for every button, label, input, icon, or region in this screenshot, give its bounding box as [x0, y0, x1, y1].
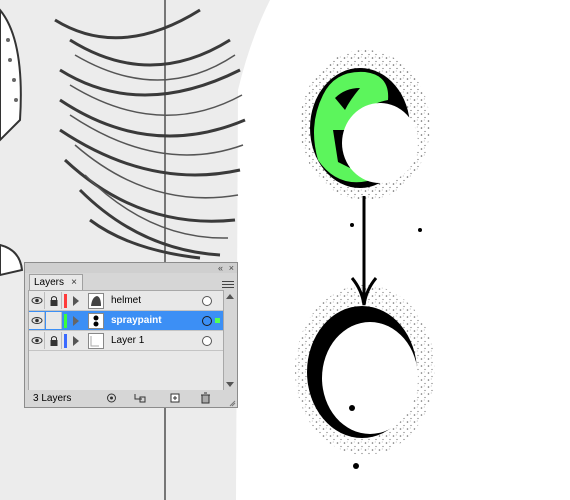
lock-toggle-empty[interactable] — [46, 312, 62, 329]
tab-layers[interactable]: Layers × — [29, 274, 83, 290]
layer-row-helmet[interactable]: helmet — [29, 291, 223, 311]
panel-title-bar[interactable]: « × — [25, 263, 237, 273]
layer-count: 3 Layers — [33, 393, 72, 404]
layer-color-swatch — [64, 294, 67, 308]
target-circle-icon[interactable] — [202, 316, 212, 326]
visibility-eye-icon[interactable] — [29, 312, 45, 329]
tab-layers-label: Layers — [34, 277, 65, 288]
panel-footer: 3 Layers — [25, 390, 237, 407]
close-panel-button[interactable]: × — [229, 263, 234, 273]
layers-list: helmet spraypaint Layer 1 — [28, 290, 224, 391]
layer-color-swatch — [64, 334, 67, 348]
layer-color-swatch — [64, 314, 67, 328]
expand-triangle-icon[interactable] — [73, 296, 79, 306]
tab-close-icon[interactable]: × — [71, 275, 77, 290]
scroll-down-icon[interactable] — [226, 382, 234, 387]
layers-panel[interactable]: « × Layers × helmet spraypaint Layer 1 3… — [24, 262, 238, 408]
collapse-panel-button[interactable]: « — [218, 263, 223, 273]
target-circle-icon[interactable] — [202, 336, 212, 346]
expand-triangle-icon[interactable] — [73, 336, 79, 346]
lock-icon[interactable] — [46, 332, 62, 349]
create-new-layer-icon[interactable] — [169, 392, 182, 404]
target-circle-icon[interactable] — [202, 296, 212, 306]
layer-name[interactable]: Layer 1 — [111, 335, 144, 346]
spraypaint-blob-top[interactable] — [300, 50, 430, 200]
visibility-eye-icon[interactable] — [29, 332, 45, 349]
panel-menu-icon[interactable] — [222, 279, 234, 289]
lock-icon[interactable] — [46, 292, 62, 309]
tshirt-illustration — [0, 0, 270, 500]
scroll-up-icon[interactable] — [226, 294, 234, 299]
layer-row-layer-1[interactable]: Layer 1 — [29, 331, 223, 351]
artwork-canvas[interactable] — [0, 0, 570, 500]
resize-grip-icon[interactable] — [229, 399, 236, 407]
spraypaint-thumbnail-icon — [88, 313, 104, 329]
layer1-thumbnail-icon — [88, 333, 104, 349]
layer-name[interactable]: spraypaint — [111, 315, 162, 326]
layer-row-spraypaint[interactable]: spraypaint — [29, 311, 223, 331]
make-clipping-mask-icon[interactable] — [105, 392, 118, 404]
layer-name[interactable]: helmet — [111, 295, 141, 306]
expand-triangle-icon[interactable] — [73, 316, 79, 326]
create-sublayer-icon[interactable] — [133, 392, 146, 404]
selection-indicator — [215, 318, 220, 323]
visibility-eye-icon[interactable] — [29, 292, 45, 309]
layers-scrollbar[interactable] — [225, 290, 235, 391]
helmet-thumbnail-icon — [88, 293, 104, 309]
delete-layer-icon[interactable] — [199, 392, 212, 404]
